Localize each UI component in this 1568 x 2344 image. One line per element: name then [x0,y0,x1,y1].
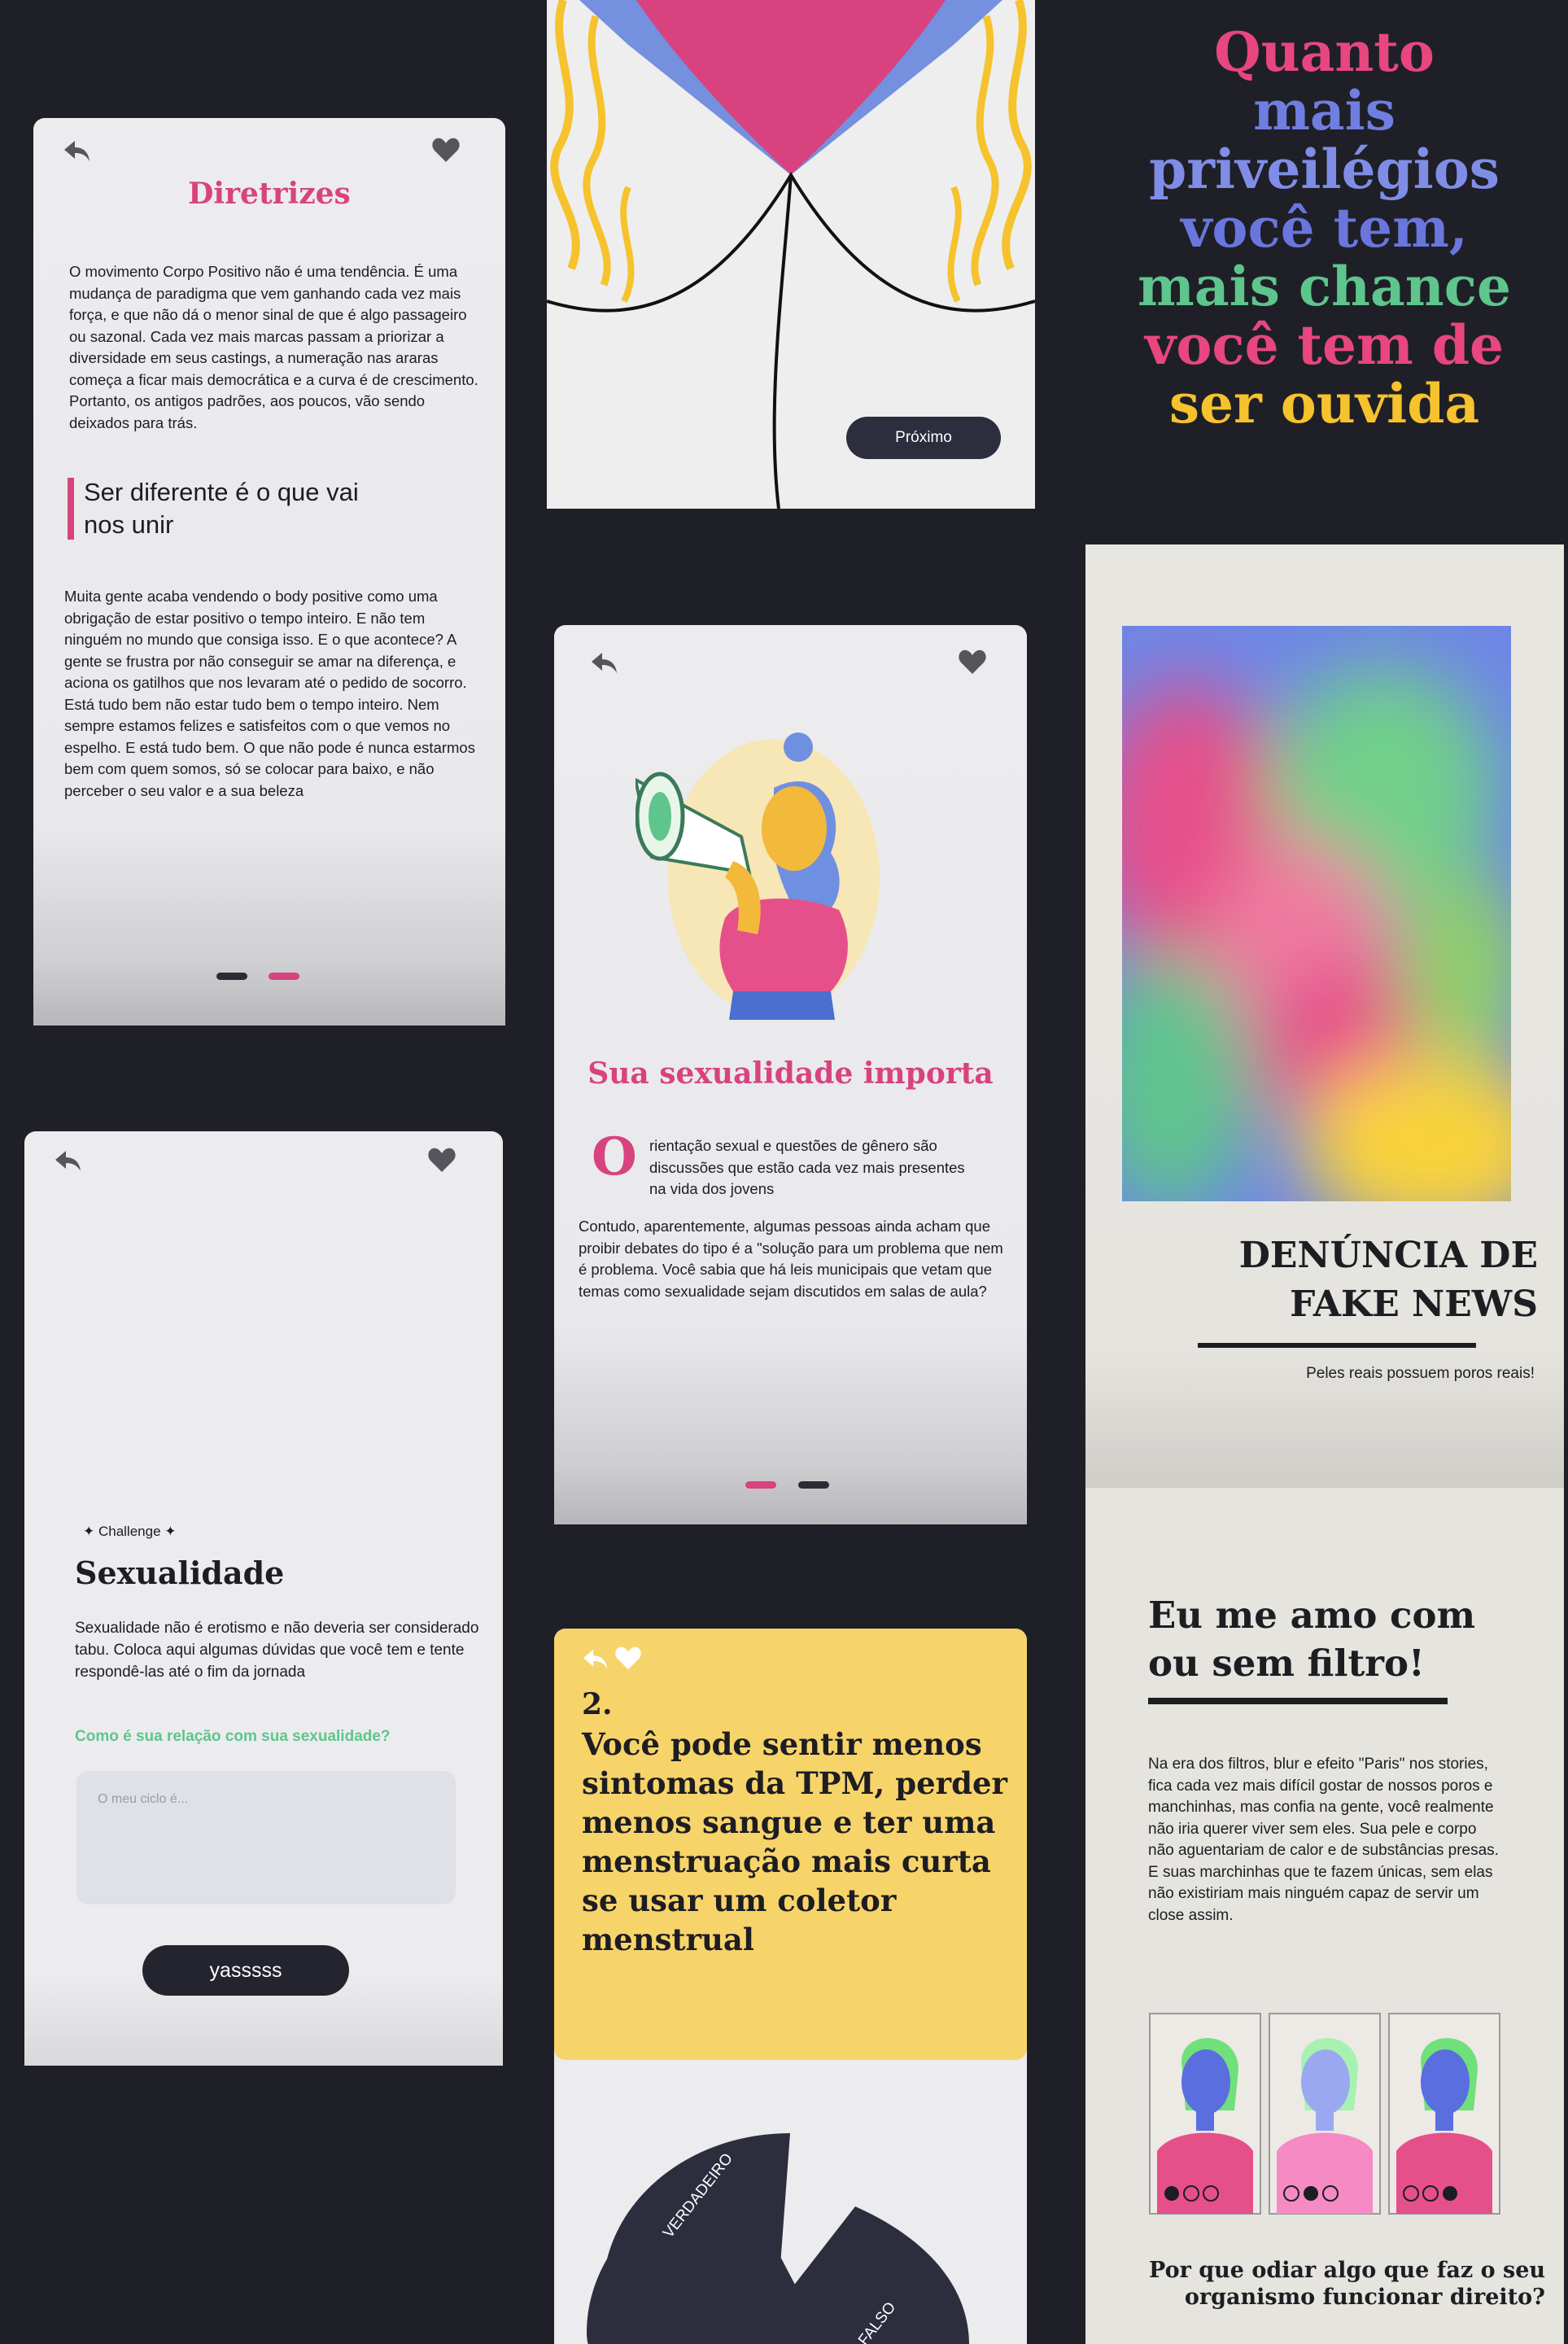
card-body-illustration: Próximo [547,0,1035,509]
poster-line-1: Quanto [1214,20,1435,84]
intro-paragraph: O movimento Corpo Positivo não é uma ten… [69,263,478,431]
fake-news-subtitle: Peles reais possuem poros reais! [1306,1365,1535,1382]
card-challenge: ✦ Challenge ✦ Sexualidade Sexualidade nã… [24,1131,503,2066]
page-dot-1-active[interactable] [745,1481,776,1489]
filter-title-line-1: Eu me amo com [1148,1594,1476,1637]
back-arrow-icon[interactable] [52,1148,85,1175]
avatar-illustration [1149,2013,1261,2215]
heart-icon[interactable] [427,1146,456,1174]
avatar-illustration [1269,2013,1381,2215]
answer-input[interactable]: O meu ciclo é... [76,1771,456,1904]
poster-line-3: priveilégios [1149,138,1500,201]
poster-text: Quanto mais priveilégios você tem, mais … [1081,23,1568,433]
poster-line-5: mais chance [1138,255,1511,318]
back-arrow-icon[interactable] [588,649,621,677]
submit-button[interactable]: yasssss [142,1945,349,1996]
filter-body: Na era dos filtros, blur e efeito "Paris… [1148,1756,1499,1924]
question-number: 2. [582,1687,613,1721]
page-dot-2[interactable] [798,1481,829,1489]
yellow-panel: 2. Você pode sentir menos sintomas da TP… [554,1629,1027,2060]
filter-question: Por que odiar algo que faz o seu organis… [1149,2258,1545,2310]
title-underline [1198,1343,1476,1348]
challenge-question: Como é sua relação com sua sexualidade? [75,1728,391,1745]
poster-line-6: você tem de [1145,313,1504,377]
true-option[interactable] [603,2133,790,2344]
card-true-false: 2. Você pode sentir menos sintomas da TP… [554,1629,1027,2344]
gradient-image [1122,626,1511,1201]
body-paragraph: Contudo, aparentemente, algumas pessoas … [579,1218,1003,1300]
card-title: Sua sexualidade importa [587,1056,994,1091]
poster-line-7: ser ouvida [1168,372,1480,435]
back-arrow-icon[interactable] [61,138,94,165]
card-privileges-poster: Quanto mais priveilégios você tem, mais … [1081,0,1568,521]
true-false-chooser [587,2133,969,2344]
title-underline [1148,1698,1448,1704]
poster-line-4: você tem, [1181,196,1468,260]
pull-quote: Ser diferente é o que vai nos unir [84,478,359,539]
card-title: Diretrizes [188,177,351,211]
poster-line-2: mais [1253,79,1395,142]
card-diretrizes: Diretrizes O movimento Corpo Positivo nã… [33,118,505,1026]
quote-bar [68,478,74,540]
body-paragraph: Muita gente acaba vendendo o body positi… [64,588,475,799]
megaphone-woman-illustration [633,715,896,1028]
next-button[interactable]: Próximo [846,417,1001,459]
card-fake-news: DENÚNCIA DE FAKE NEWS Peles reais possue… [1085,544,1564,1489]
challenge-eyebrow: ✦ Challenge ✦ [83,1524,177,1539]
drop-cap: O [592,1126,637,1187]
challenge-title: Sexualidade [75,1555,285,1591]
heart-icon[interactable] [958,648,987,676]
card-sexualidade-importa: Sua sexualidade importa O rientação sexu… [554,625,1027,1524]
avatar-strip [1149,2013,1500,2215]
page-dot-2-active[interactable] [269,973,299,980]
avatar-illustration [1388,2013,1500,2215]
card-sem-filtro: Eu me amo com ou sem filtro! Na era dos … [1085,1488,1564,2344]
fake-news-title-line-1: DENÚNCIA DE [1238,1235,1538,1276]
question-statement: Você pode sentir menos sintomas da TPM, … [582,1726,1008,1957]
heart-icon[interactable] [614,1645,642,1671]
fake-news-title-line-2: FAKE NEWS [1290,1284,1538,1325]
filter-title-line-2: ou sem filtro! [1148,1642,1425,1685]
answer-placeholder: O meu ciclo é... [98,1792,189,1806]
challenge-body: Sexualidade não é erotismo e não deveria… [75,1620,479,1681]
page-dot-1[interactable] [216,973,247,980]
heart-icon[interactable] [431,136,461,164]
lead-paragraph: rientação sexual e questões de gênero sã… [649,1137,965,1197]
back-arrow-icon[interactable] [580,1646,611,1673]
